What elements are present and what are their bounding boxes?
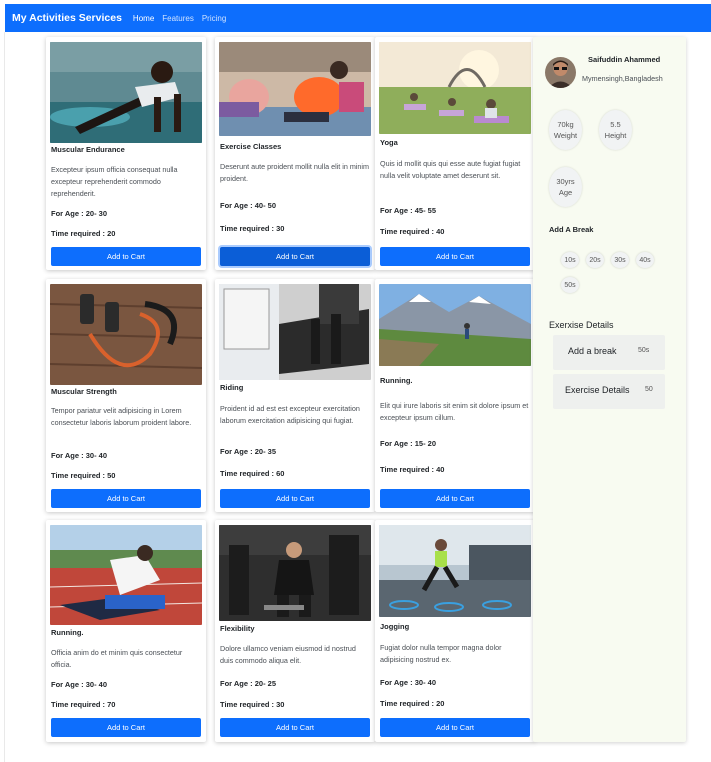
top-navbar: My Activities Services Home Features Pri… — [5, 4, 711, 32]
activity-card: Flexibility Dolore ullamco veniam eiusmo… — [215, 520, 375, 742]
add-to-cart-button[interactable]: Add to Cart — [51, 247, 201, 266]
break-section-title: Add A Break — [549, 225, 594, 234]
activity-description: Tempor pariatur velit adipisicing in Lor… — [51, 406, 192, 427]
break-time-label: Add a break — [568, 346, 617, 356]
exercise-details-title: Exerxise Details — [549, 320, 614, 330]
activity-card: Riding Proident id ad est est excepteur … — [215, 279, 375, 512]
activity-name: Exercise Classes — [220, 142, 282, 151]
activity-time-required: Time required : 40 — [380, 465, 445, 474]
activity-time-required: Time required : 20 — [380, 699, 445, 708]
add-to-cart-button[interactable]: Add to Cart — [51, 718, 201, 737]
activity-age-range: For Age : 30- 40 — [51, 680, 107, 689]
age-value: 30yrs — [556, 177, 575, 186]
activity-age-range: For Age : 30- 40 — [380, 678, 436, 687]
pushup-photo — [50, 42, 202, 143]
gym-man-photo — [219, 525, 371, 621]
activity-time-required: Time required : 50 — [51, 471, 116, 480]
height-value: 5.5 — [610, 120, 621, 129]
age-stat: 30yrs Age — [549, 167, 582, 207]
dumbbells-photo — [50, 284, 202, 385]
activity-age-range: For Age : 45- 55 — [380, 206, 436, 215]
height-stat: 5.5 Height — [599, 110, 632, 150]
activity-card: Running. Officia anim do et minim quis c… — [46, 520, 206, 742]
page-left-border — [4, 32, 5, 762]
exercise-time-row: Exercise Details 50 — [553, 374, 665, 409]
exercise-time-value: 50 — [645, 386, 653, 393]
activity-name: Muscular Endurance — [51, 145, 125, 154]
nav-link-pricing[interactable]: Pricing — [202, 14, 226, 23]
profile-name: Saifuddin Ahammed — [588, 55, 661, 64]
activity-age-range: For Age : 30- 40 — [51, 451, 107, 460]
break-time-value: 50s — [638, 347, 650, 354]
activity-name: Riding — [220, 383, 244, 392]
weight-stat: 70kg Weight — [549, 110, 582, 150]
add-to-cart-button[interactable]: Add to Cart — [380, 718, 530, 737]
activity-card: Yoga Quis id mollit quis qui esse aute f… — [375, 37, 535, 270]
activity-description: Elit qui irure laboris sit enim sit dolo… — [380, 401, 529, 422]
activity-time-required: Time required : 40 — [380, 227, 445, 236]
activity-age-range: For Age : 20- 25 — [220, 679, 276, 688]
height-label: Height — [604, 131, 627, 140]
activity-card: Running. Elit qui irure laboris sit enim… — [375, 279, 535, 512]
add-to-cart-button[interactable]: Add to Cart — [220, 718, 370, 737]
activity-age-range: For Age : 20- 30 — [51, 209, 107, 218]
activity-description: Officia anim do et minim quis consectetu… — [51, 648, 183, 669]
activity-time-required: Time required : 60 — [220, 469, 285, 478]
activity-time-required: Time required : 30 — [220, 700, 285, 709]
activity-age-range: For Age : 15- 20 — [380, 439, 436, 448]
group-stretching-photo — [219, 42, 371, 136]
break-option-40s[interactable]: 40s — [636, 252, 654, 268]
add-to-cart-button[interactable]: Add to Cart — [51, 489, 201, 508]
break-option-50s[interactable]: 50s — [561, 277, 579, 293]
mountain-run-photo — [379, 284, 531, 366]
activity-age-range: For Age : 20- 35 — [220, 447, 276, 456]
profile-location: Mymensingh,Bangladesh — [582, 74, 663, 83]
activity-name: Running. — [51, 628, 84, 637]
add-to-cart-button[interactable]: Add to Cart — [220, 247, 370, 266]
activity-description: Proident id ad est est excepteur exercit… — [220, 404, 360, 425]
profile-sidebar: Saifuddin Ahammed Mymensingh,Bangladesh … — [533, 37, 686, 742]
age-label: Age — [558, 188, 573, 197]
activity-time-required: Time required : 70 — [51, 700, 116, 709]
weight-label: Weight — [553, 131, 578, 140]
activity-description: Fugiat dolor nulla tempor magna dolor ad… — [380, 643, 502, 664]
activity-age-range: For Age : 40- 50 — [220, 201, 276, 210]
add-to-cart-button[interactable]: Add to Cart — [380, 489, 530, 508]
activity-name: Running. — [380, 376, 413, 385]
activity-card: Exercise Classes Deserunt aute proident … — [215, 37, 375, 270]
activity-time-required: Time required : 30 — [220, 224, 285, 233]
jogging-photo — [379, 525, 531, 617]
activity-card: Muscular Endurance Excepteur ipsum offic… — [46, 37, 206, 270]
activity-description: Quis id mollit quis qui esse aute fugiat… — [380, 159, 521, 180]
activity-description: Deserunt aute proident mollit nulla elit… — [220, 162, 370, 183]
nav-link-features[interactable]: Features — [162, 14, 194, 23]
exercise-time-label: Exercise Details — [565, 385, 630, 395]
activity-description: Excepteur ipsum officia consequat nulla … — [51, 165, 178, 198]
break-option-10s[interactable]: 10s — [561, 252, 579, 268]
activity-name: Flexibility — [220, 624, 255, 633]
avatar — [545, 57, 576, 88]
add-to-cart-button[interactable]: Add to Cart — [380, 247, 530, 266]
track-stretch-photo — [50, 525, 202, 625]
add-to-cart-button[interactable]: Add to Cart — [220, 489, 370, 508]
activity-card: Muscular Strength Tempor pariatur velit … — [46, 279, 206, 512]
nav-link-home[interactable]: Home — [133, 14, 154, 23]
activity-name: Jogging — [380, 622, 410, 631]
activity-description: Dolore ullamco veniam eiusmod id nostrud… — [220, 644, 356, 665]
treadmill-photo — [219, 284, 371, 380]
break-option-30s[interactable]: 30s — [611, 252, 629, 268]
break-time-row: Add a break 50s — [553, 335, 665, 370]
activity-time-required: Time required : 20 — [51, 229, 116, 238]
break-option-20s[interactable]: 20s — [586, 252, 604, 268]
activity-name: Muscular Strength — [51, 387, 117, 396]
activity-card: Jogging Fugiat dolor nulla tempor magna … — [375, 520, 535, 742]
outdoor-yoga-photo — [379, 42, 531, 134]
brand-title[interactable]: My Activities Services — [12, 12, 122, 24]
activity-name: Yoga — [380, 138, 398, 147]
weight-value: 70kg — [557, 120, 574, 129]
